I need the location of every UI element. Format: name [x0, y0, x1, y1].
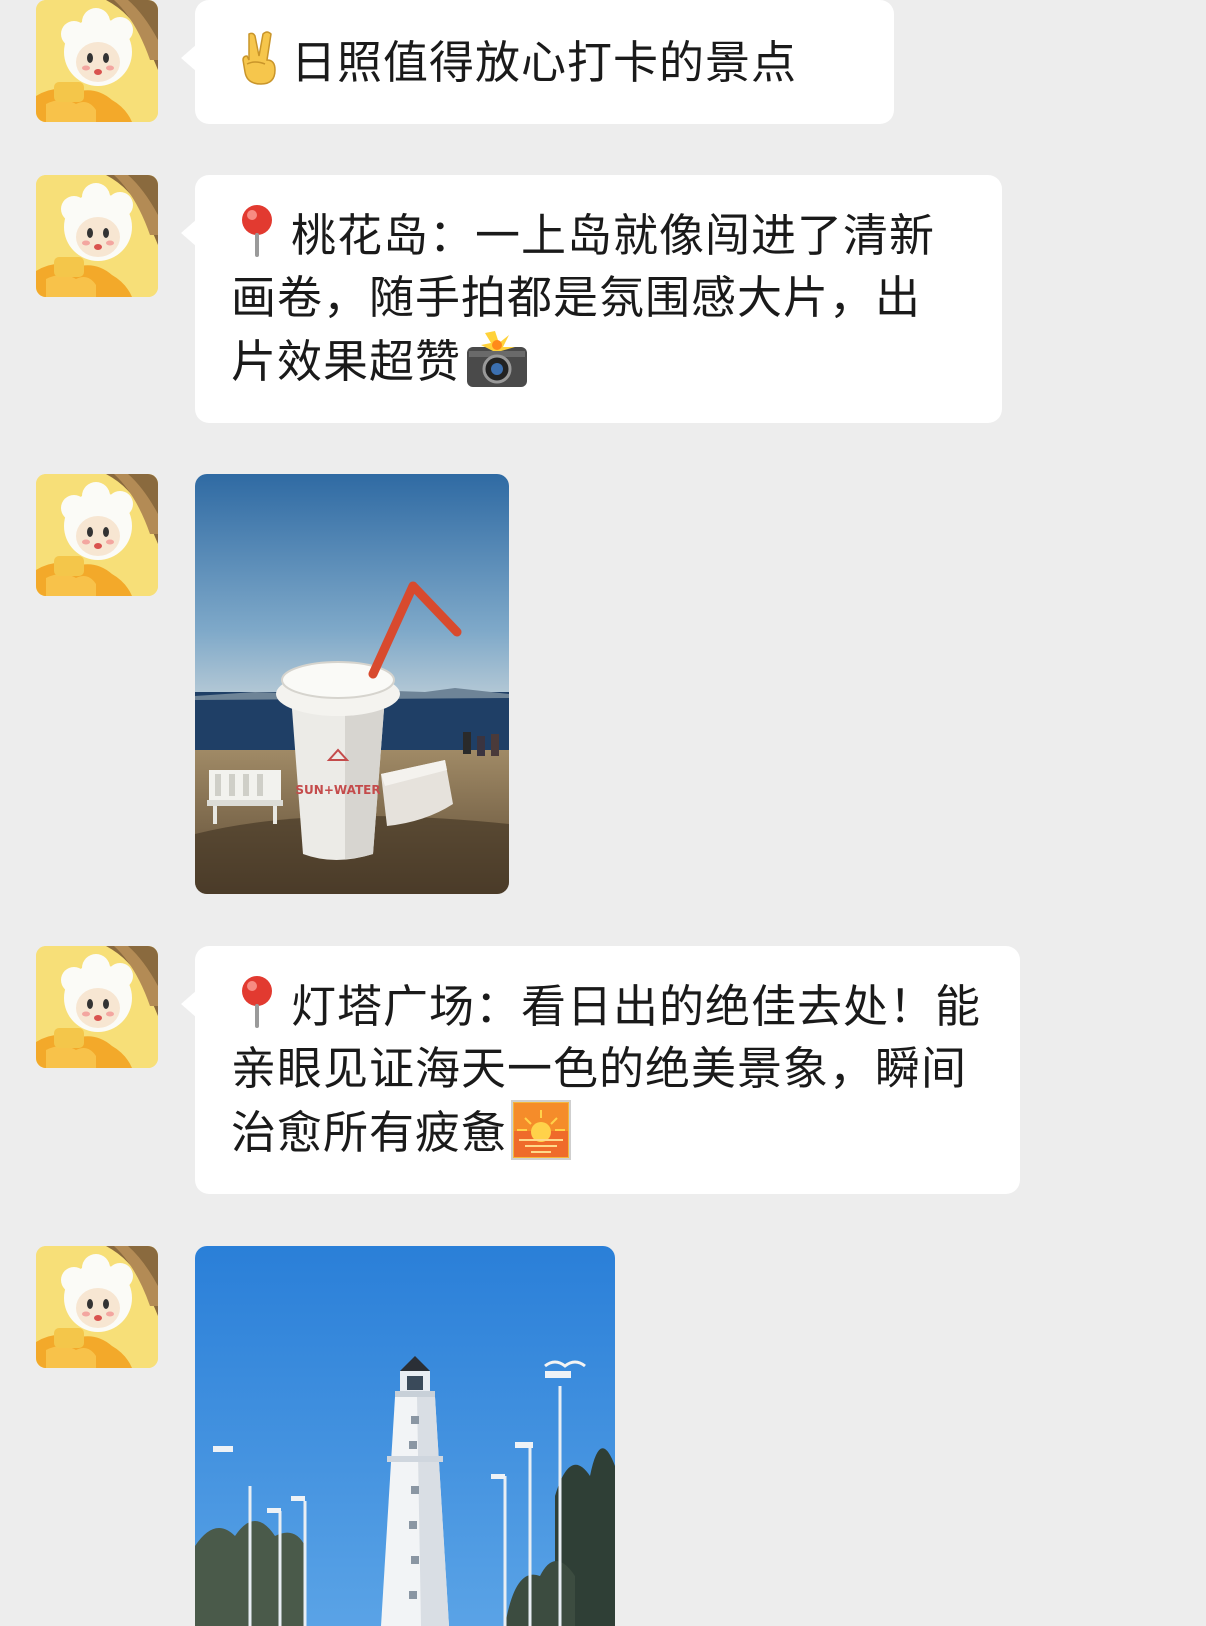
- avatar[interactable]: [36, 1246, 158, 1368]
- sheep-avatar-icon: [36, 175, 158, 297]
- message-bubble[interactable]: 桃花岛：一上岛就像闯进了清新画卷，随手拍都是氛围感大片，出片效果超赞: [181, 175, 1002, 423]
- avatar[interactable]: [36, 946, 158, 1068]
- message-text: 灯塔广场：看日出的绝佳去处！能亲眼见证海天一色的绝美景象，瞬间治愈所有疲惫: [231, 980, 982, 1159]
- victory-hand-emoji-icon: [235, 30, 283, 86]
- message-bubble[interactable]: 日照值得放心打卡的景点: [181, 0, 894, 124]
- camera-flash-emoji-icon: [465, 329, 529, 389]
- message-text: 桃花岛：一上岛就像闯进了清新画卷，随手拍都是氛围感大片，出片效果超赞: [231, 209, 936, 388]
- message-text: 日照值得放心打卡的景点: [291, 36, 798, 89]
- sheep-avatar-icon: [36, 1246, 158, 1368]
- lighthouse-photo[interactable]: [195, 1246, 615, 1626]
- avatar[interactable]: [36, 0, 158, 122]
- sunrise-emoji-icon: [511, 1100, 572, 1160]
- sheep-avatar-icon: [36, 0, 158, 122]
- message-bubble[interactable]: 灯塔广场：看日出的绝佳去处！能亲眼见证海天一色的绝美景象，瞬间治愈所有疲惫: [181, 946, 1020, 1194]
- cup-logo-text: SUN+WATER: [295, 783, 380, 797]
- avatar[interactable]: [36, 474, 158, 596]
- beach-cup-photo[interactable]: SUN+WATER: [195, 474, 509, 894]
- round-pushpin-emoji-icon: [231, 203, 283, 259]
- round-pushpin-emoji-icon: [231, 974, 283, 1030]
- avatar[interactable]: [36, 175, 158, 297]
- sheep-avatar-icon: [36, 474, 158, 596]
- sheep-avatar-icon: [36, 946, 158, 1068]
